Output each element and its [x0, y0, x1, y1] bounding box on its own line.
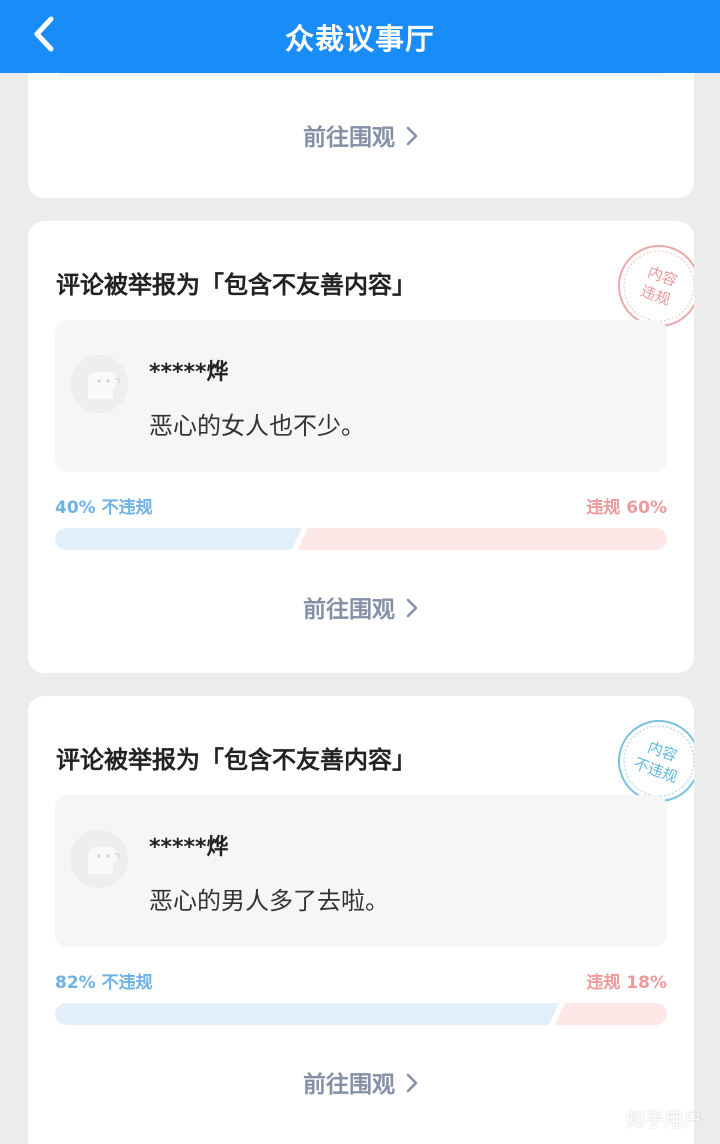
chevron-right-icon	[406, 1073, 418, 1093]
chevron-left-icon	[34, 16, 54, 52]
page-title: 众裁议事厅	[284, 21, 435, 56]
verdict-stamp: 内容 不违规	[618, 720, 694, 802]
chevron-right-icon	[406, 126, 418, 146]
not-violation-label: 40% 不违规	[55, 498, 153, 518]
app-header: 众裁议事厅	[0, 0, 720, 73]
verdict-stamp: 内容 违规	[618, 245, 694, 327]
vote-summary: 40% 不违规 违规 60%	[55, 493, 667, 521]
violation-bar	[297, 528, 667, 550]
go-watch-label: 前往围观	[303, 597, 395, 623]
watermark: 知乎用户	[625, 1109, 702, 1131]
verdict-card: 评论被举报为「包含不友善内容」 内容 不违规 *****烨 恶心的男人多了去啦。…	[28, 696, 694, 1144]
reported-comment[interactable]: *****烨 恶心的男人多了去啦。	[55, 795, 667, 947]
report-title: 评论被举报为「包含不友善内容」	[56, 271, 416, 299]
back-button[interactable]	[22, 12, 66, 56]
chevron-right-icon	[406, 598, 418, 618]
go-watch-link[interactable]: 前往围观	[28, 118, 694, 152]
go-watch-label: 前往围观	[303, 125, 395, 151]
violation-bar	[554, 1003, 667, 1025]
not-violation-bar	[55, 528, 302, 550]
violation-label: 违规 18%	[586, 973, 667, 993]
avatar-placeholder-icon	[88, 372, 121, 399]
go-watch-link[interactable]: 前往围观	[28, 1065, 694, 1099]
comment-author: *****烨	[149, 360, 229, 385]
go-watch-link[interactable]: 前往围观	[28, 590, 694, 624]
comment-text: 恶心的男人多了去啦。	[149, 887, 389, 915]
avatar-placeholder-icon	[88, 847, 121, 874]
verdict-card: 评论被举报为「包含不友善内容」 内容 违规 *****烨 恶心的女人也不少。 4…	[28, 221, 694, 673]
avatar	[70, 355, 128, 413]
not-violation-label: 82% 不违规	[55, 973, 153, 993]
avatar	[70, 830, 128, 888]
reported-comment[interactable]: *****烨 恶心的女人也不少。	[55, 320, 667, 472]
violation-label: 违规 60%	[586, 498, 667, 518]
go-watch-label: 前往围观	[303, 1072, 395, 1098]
report-title: 评论被举报为「包含不友善内容」	[56, 746, 416, 774]
vote-summary: 82% 不违规 违规 18%	[55, 968, 667, 996]
divider	[58, 73, 664, 76]
vote-progress-bar	[55, 1003, 667, 1025]
not-violation-bar	[55, 1003, 559, 1025]
vote-progress-bar	[55, 528, 667, 550]
comment-text: 恶心的女人也不少。	[149, 412, 365, 440]
comment-author: *****烨	[149, 835, 229, 860]
